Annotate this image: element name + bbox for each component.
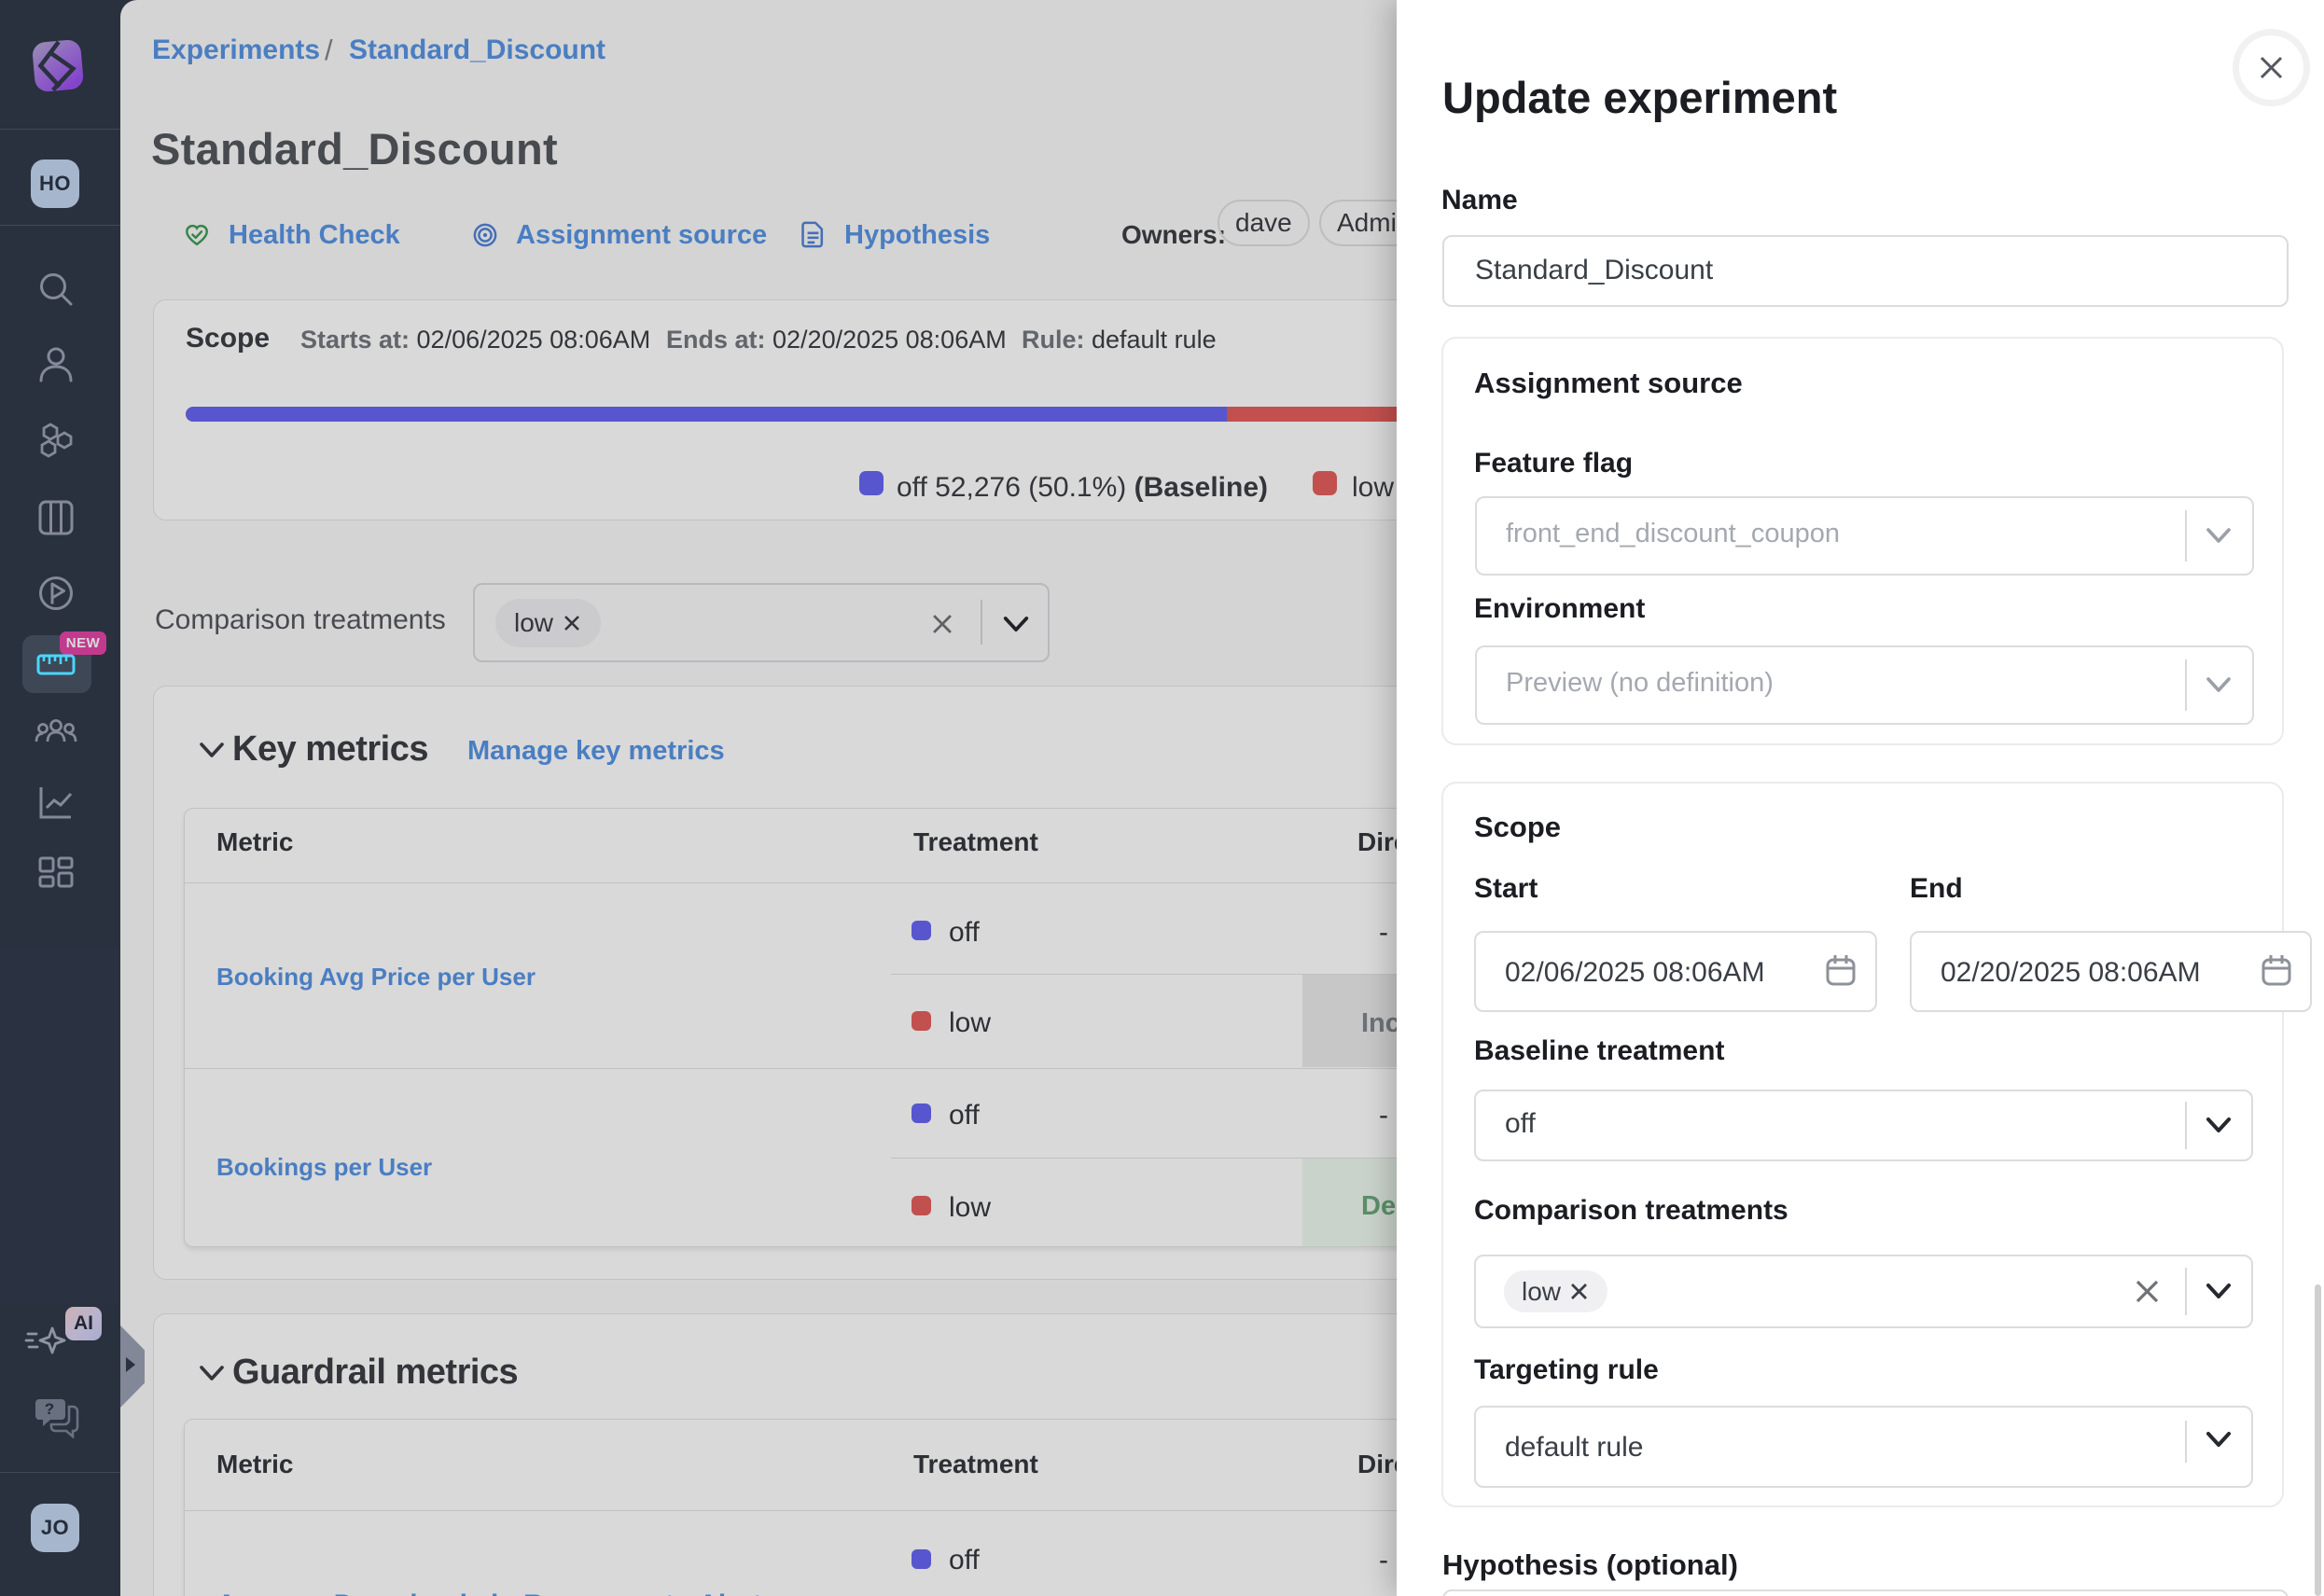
svg-text:?: ?: [45, 1400, 54, 1418]
